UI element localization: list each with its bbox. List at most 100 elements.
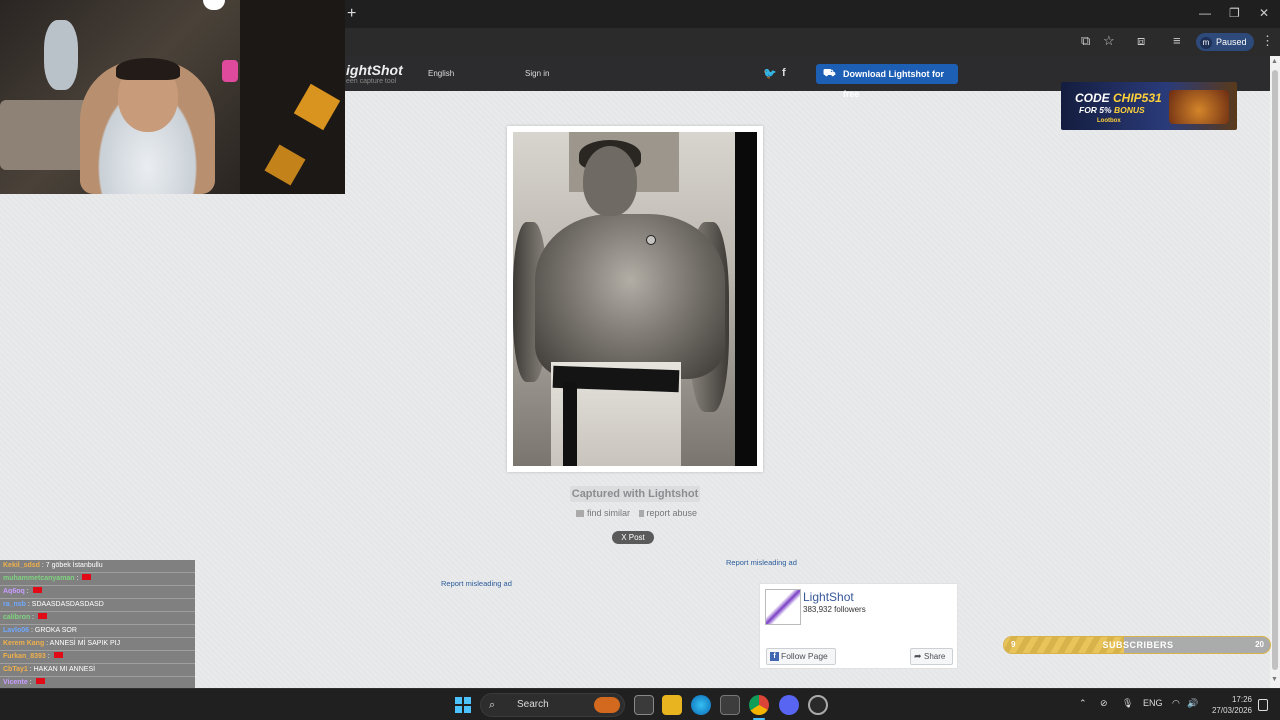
clock-date: 27/03/2026 — [1211, 706, 1252, 715]
store-icon[interactable] — [720, 695, 740, 715]
image-actions: find similar report abuse — [576, 508, 703, 518]
page-scrollbar[interactable]: ▲ ▼ — [1270, 56, 1280, 688]
turkey-flag-emote-icon — [35, 678, 45, 684]
chat-message: Furkan_8393 : — [0, 651, 195, 664]
chat-username: muhammetcanyaman — [3, 575, 75, 582]
sign-in-link[interactable]: Sign in — [525, 69, 549, 78]
x-post-button[interactable]: X Post — [612, 531, 654, 544]
notification-icon[interactable] — [1258, 699, 1268, 711]
clock-time: 17:26 — [1231, 695, 1252, 704]
chat-message: Lavlo06 : GROKA SOR — [0, 625, 195, 638]
file-explorer-icon[interactable] — [662, 695, 682, 715]
chat-text: : — [74, 575, 81, 582]
install-app-icon[interactable]: ⧉ — [1081, 33, 1090, 49]
turkey-flag-emote-icon — [53, 652, 63, 658]
ad-bonus: FOR 5% BONUS — [1079, 105, 1145, 115]
subscriber-label: SUBSCRIBERS — [1102, 640, 1174, 650]
profile-button[interactable]: m Paused — [1196, 33, 1254, 51]
webcam-overlay — [0, 0, 345, 194]
fb-page-name[interactable]: LightShot — [803, 590, 854, 604]
chat-username: Kekil_sdsd — [3, 562, 40, 569]
share-button[interactable]: ➦ Share — [910, 648, 953, 665]
captured-with-lightshot: Captured with Lightshot — [570, 486, 700, 502]
download-icon: ⛟ — [823, 68, 836, 79]
chat-username: Furkan_8393 — [3, 653, 46, 660]
find-similar-link[interactable]: find similar — [576, 508, 630, 518]
chat-message: Kerem Kang : ANNESİ Mİ SAPIK PIJ — [0, 638, 195, 651]
report-abuse-link[interactable]: report abuse — [638, 508, 697, 518]
chat-text: : — [30, 614, 37, 621]
subscriber-goal: 20 — [1255, 640, 1264, 649]
ad-code: CODE CHIP531 — [1075, 91, 1162, 105]
scroll-down-icon[interactable]: ▼ — [1271, 676, 1278, 683]
chat-text: : — [45, 653, 52, 660]
chat-message: calibron : — [0, 612, 195, 625]
chat-text: : — [24, 588, 31, 595]
report-misleading-ad-link[interactable]: Report misleading ad — [441, 579, 512, 588]
subscriber-goal-bar: 9 SUBSCRIBERS 20 — [1003, 636, 1271, 654]
chat-username: calibron — [3, 614, 31, 621]
facebook-icon: f — [770, 652, 779, 661]
treasure-chest-image — [1169, 90, 1229, 124]
facebook-icon[interactable]: f — [782, 67, 786, 79]
turkey-flag-emote-icon — [32, 587, 42, 593]
follow-page-button[interactable]: f Follow Page — [766, 648, 836, 665]
extensions-icon[interactable]: ⧈ — [1137, 33, 1145, 49]
new-tab-button[interactable]: + — [347, 6, 356, 22]
volume-icon[interactable]: 🔊 — [1187, 698, 1198, 709]
chrome-icon[interactable] — [749, 695, 769, 715]
close-button[interactable]: ✕ — [1259, 6, 1269, 20]
menu-kebab-icon[interactable]: ⋮ — [1261, 33, 1274, 49]
system-clock[interactable]: 17:26 27/03/2026 — [1208, 694, 1252, 716]
chat-username: ra_nsb — [3, 601, 26, 608]
fb-followers-count: 383,932 followers — [803, 605, 866, 614]
task-view-icon[interactable] — [634, 695, 654, 715]
lightshot-feather-logo[interactable] — [765, 589, 801, 625]
ad-banner[interactable]: CODE CHIP531 FOR 5% BONUS Lootbox — [1061, 82, 1237, 130]
chat-message: CbTay1 : HAKAN MI ANNESİ — [0, 664, 195, 677]
lightshot-logo[interactable]: ightShot — [346, 62, 403, 78]
image-icon — [576, 510, 584, 517]
download-lightshot-button[interactable]: ⛟ Download Lightshot for free — [816, 64, 958, 99]
chat-username: Vicente — [3, 679, 28, 686]
chat-message: muhammetcanyaman : — [0, 573, 195, 586]
chat-text: : SDAASDASDASDASD — [25, 601, 104, 608]
chat-username: Lavlo06 — [3, 627, 30, 634]
avatar: m — [1200, 37, 1212, 49]
obs-icon[interactable] — [808, 695, 828, 715]
chat-message: Kekil_sdsd : 7 göbek İstanbullu — [0, 560, 195, 573]
no-location-icon[interactable]: ⊘ — [1100, 698, 1108, 709]
minimize-button[interactable]: — — [1199, 6, 1211, 20]
screenshot-image-frame — [507, 126, 763, 472]
maximize-button[interactable]: ❐ — [1229, 6, 1240, 20]
chat-username: Kerem Kang — [3, 640, 45, 647]
language-indicator[interactable]: ENG — [1143, 698, 1163, 708]
microphone-icon[interactable]: 🎙 — [1122, 698, 1133, 709]
scrollbar-thumb[interactable] — [1272, 70, 1278, 670]
media-queue-icon[interactable]: ≡ — [1173, 33, 1181, 48]
screenshot-photo[interactable] — [513, 132, 757, 466]
chat-username: CbTay1 — [3, 666, 28, 673]
show-hidden-icons[interactable]: ⌃ — [1079, 698, 1087, 709]
windows-start-icon[interactable] — [455, 697, 471, 713]
edge-icon[interactable] — [691, 695, 711, 715]
chat-text: : — [27, 679, 34, 686]
facebook-page-widget: LightShot 383,932 followers f Follow Pag… — [759, 583, 958, 669]
flag-icon — [638, 510, 644, 517]
bookmark-star-icon[interactable]: ☆ — [1103, 33, 1115, 49]
language-select[interactable]: English — [428, 69, 454, 78]
taskbar-search[interactable]: ⌕ Search — [480, 693, 625, 717]
wifi-icon[interactable]: ◠ — [1172, 698, 1180, 709]
scroll-up-icon[interactable]: ▲ — [1271, 58, 1278, 65]
chat-message: ra_nsb : SDAASDASDASDASD — [0, 599, 195, 612]
chat-text: : ANNESİ Mİ SAPIK PIJ — [44, 640, 121, 647]
search-highlight-icon — [594, 697, 620, 713]
report-misleading-ad-link[interactable]: Report misleading ad — [726, 558, 797, 567]
profile-status: Paused — [1216, 37, 1247, 47]
chat-message: Aq6oq : — [0, 586, 195, 599]
discord-icon[interactable] — [779, 695, 799, 715]
stream-chat: Kekil_sdsd : 7 göbek İstanbullu muhammetc… — [0, 560, 195, 708]
twitter-icon[interactable]: 🐦 — [763, 67, 777, 80]
windows-taskbar: ⌕ Search ⌃ ⊘ 🎙 ENG ◠ 🔊 17:26 27/03/2026 — [0, 688, 1280, 720]
chat-text: : GROKA SOR — [29, 627, 77, 634]
